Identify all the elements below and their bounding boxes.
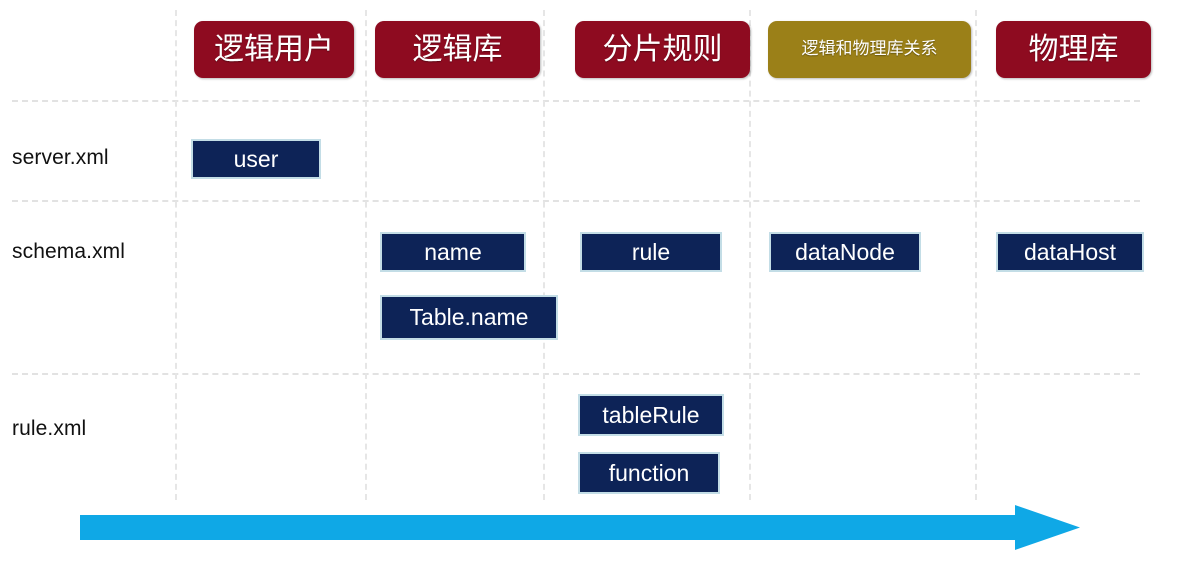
element-box-rule[interactable]: rule <box>580 232 722 272</box>
element-box-name-label: name <box>424 238 482 265</box>
element-box-tablerule[interactable]: tableRule <box>578 394 724 436</box>
column-header-logical-user-label: 逻辑用户 <box>214 31 334 67</box>
grid-hline-2 <box>12 200 1140 202</box>
grid-vline-5 <box>975 10 977 500</box>
element-box-user[interactable]: user <box>191 139 321 179</box>
row-label-server-xml: server.xml <box>12 146 109 169</box>
row-label-schema-xml: schema.xml <box>12 240 126 263</box>
column-header-sharding-rule[interactable]: 分片规则 <box>575 21 750 78</box>
grid-vline-4 <box>749 10 751 500</box>
diagram-canvas: 逻辑用户 逻辑库 分片规则 逻辑和物理库关系 物理库 server.xml sc… <box>0 0 1184 565</box>
element-box-user-label: user <box>233 145 279 172</box>
grid-vline-2 <box>365 10 367 500</box>
column-header-logical-db[interactable]: 逻辑库 <box>375 21 540 78</box>
grid-vline-1 <box>175 10 177 500</box>
element-box-tablerule-label: tableRule <box>602 401 700 428</box>
element-box-name[interactable]: name <box>380 232 526 272</box>
element-box-datahost[interactable]: dataHost <box>996 232 1144 272</box>
column-header-logical-physical[interactable]: 逻辑和物理库关系 <box>768 21 971 78</box>
column-header-physical-db[interactable]: 物理库 <box>996 21 1151 78</box>
grid-hline-1 <box>12 100 1140 102</box>
element-box-rule-label: rule <box>631 238 671 265</box>
column-header-logical-user[interactable]: 逻辑用户 <box>194 21 354 78</box>
element-box-datanode[interactable]: dataNode <box>769 232 921 272</box>
flow-direction-arrow-icon <box>80 505 1080 550</box>
column-header-logical-physical-label: 逻辑和物理库关系 <box>801 39 938 59</box>
column-header-sharding-rule-label: 分片规则 <box>602 31 723 67</box>
element-box-table-name-label: Table.name <box>409 304 529 330</box>
element-box-function-label: function <box>608 459 690 486</box>
flow-direction-arrow <box>80 505 1080 550</box>
element-box-datanode-label: dataNode <box>795 238 895 265</box>
column-header-physical-db-label: 物理库 <box>1028 31 1119 67</box>
column-header-logical-db-label: 逻辑库 <box>412 31 503 67</box>
row-label-rule-xml: rule.xml <box>12 417 87 440</box>
element-box-function[interactable]: function <box>578 452 720 494</box>
element-box-datahost-label: dataHost <box>1023 238 1117 265</box>
element-box-table-name[interactable]: Table.name <box>380 295 558 340</box>
grid-hline-3 <box>12 373 1140 375</box>
grid-vline-3 <box>543 10 545 500</box>
